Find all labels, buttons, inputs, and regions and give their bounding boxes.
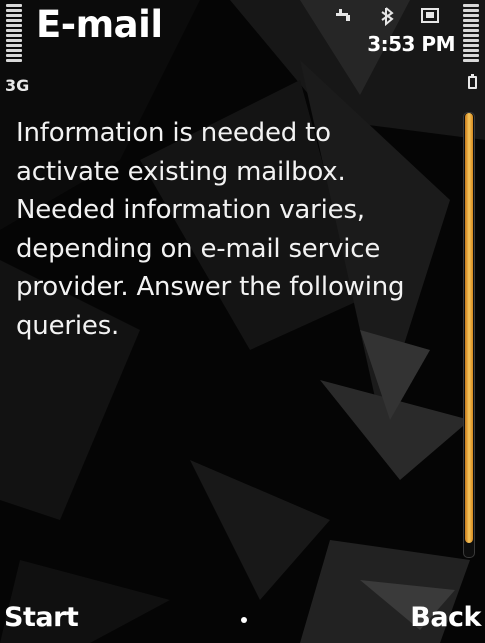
message-line: Needed information varies,: [16, 195, 365, 225]
message-line: provider. Answer the following: [16, 272, 405, 302]
screen: 3G E-mail 3:53 PM Information is needed …: [0, 0, 485, 643]
signal-strength-indicator: [6, 4, 22, 64]
network-type-label: 3G: [5, 76, 30, 95]
message-line: activate existing mailbox.: [16, 156, 346, 187]
start-softkey[interactable]: Start: [4, 602, 79, 633]
message-line: depending on e-mail service: [16, 233, 381, 264]
scrollbar-thumb[interactable]: [465, 113, 473, 543]
status-icons: [336, 7, 439, 26]
center-select-key[interactable]: [241, 617, 247, 623]
back-softkey[interactable]: Back: [410, 602, 481, 633]
bluetooth-icon: [381, 7, 394, 26]
info-message: Information is needed to activate existi…: [16, 114, 454, 345]
clock: 3:53 PM: [367, 32, 455, 56]
memory-card-icon: [421, 8, 439, 23]
app-title: E-mail: [36, 3, 163, 46]
scrollbar[interactable]: [463, 112, 475, 558]
battery-level-indicator: [463, 4, 479, 64]
battery-icon: [468, 74, 477, 89]
usb-connection-icon: [336, 9, 350, 21]
message-line: Information is needed to: [16, 118, 331, 148]
message-line: queries.: [16, 310, 120, 341]
